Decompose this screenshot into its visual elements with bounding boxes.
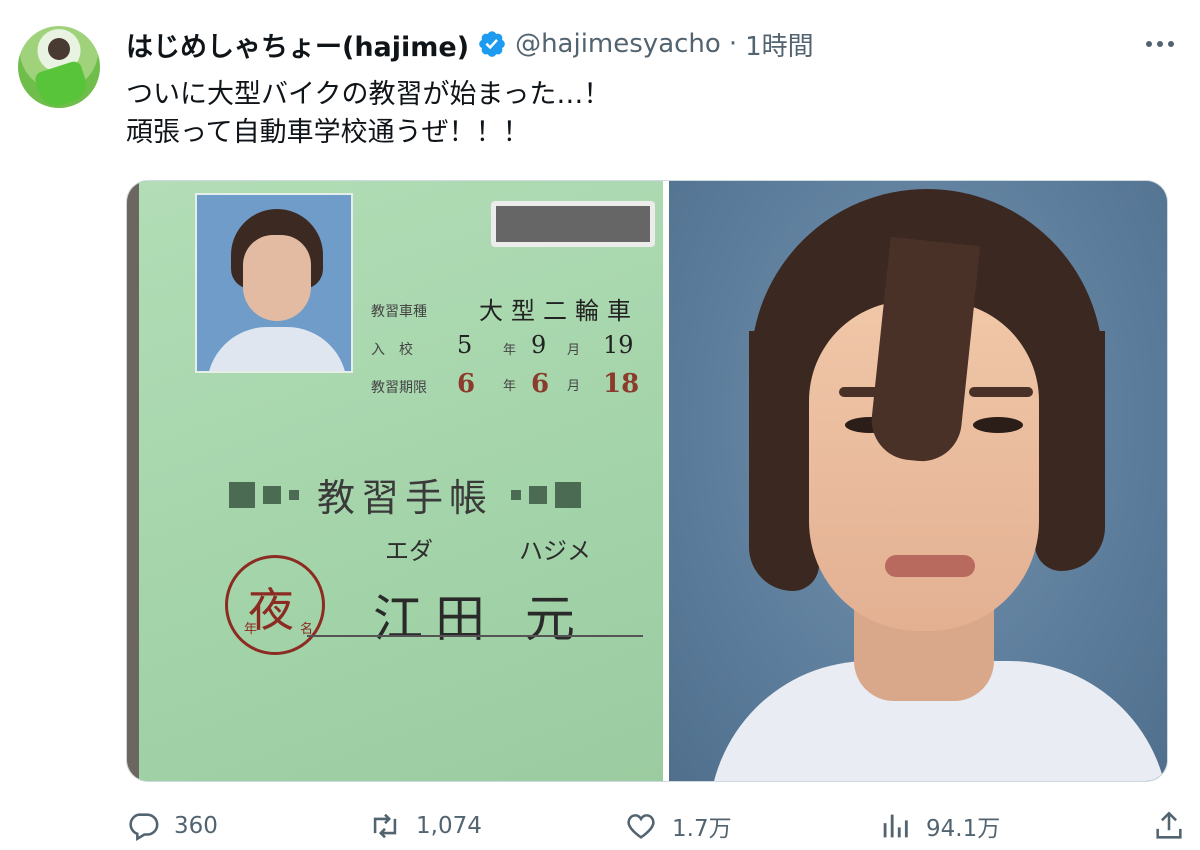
- id-photo-face: [243, 235, 311, 321]
- display-name[interactable]: はじめしゃちょー(hajime): [126, 25, 469, 64]
- portrait-brow-right: [969, 387, 1033, 397]
- square-ornament: [289, 489, 299, 500]
- tweet-text-line: ついに大型バイクの教習が始まった…！: [126, 79, 611, 110]
- reply-count: 360: [174, 813, 218, 839]
- expiry-label: 教習期限: [371, 380, 427, 396]
- square-ornament: [555, 481, 582, 508]
- dot: [1146, 41, 1152, 47]
- handwritten-name: 江田 元: [373, 590, 587, 648]
- like-button[interactable]: 1.7万: [624, 806, 732, 846]
- unit-month: 月: [567, 343, 581, 358]
- media-grid: 教習車種 大型二輪車 入 校 5 年 9 月 19 教習期限 6 年 6 月 1…: [126, 180, 1168, 782]
- unit-year: 年: [503, 379, 517, 394]
- dot: [1168, 41, 1174, 47]
- avatar-slide-shape: [33, 59, 91, 108]
- expiry-year: 6: [457, 369, 476, 399]
- views-button[interactable]: 94.1万: [878, 806, 1000, 846]
- redacted-box: [491, 201, 655, 247]
- reply-icon: [129, 813, 159, 842]
- square-ornament: [229, 481, 255, 508]
- views-chart-icon: [883, 814, 908, 838]
- furigana-given: ハジメ: [519, 537, 591, 565]
- id-photo-shirt: [207, 327, 347, 371]
- night-class-stamp: 夜 年 名: [225, 555, 325, 655]
- tweet-time[interactable]: 1時間: [745, 26, 814, 63]
- verified-badge-icon: [479, 31, 505, 57]
- enroll-month: 9: [531, 331, 547, 359]
- square-ornament: [263, 485, 281, 504]
- expiry-row: 教習期限 6 年 6 月 18: [371, 367, 661, 407]
- enroll-row: 入 校 5 年 9 月 19: [371, 331, 661, 371]
- dot: [1157, 41, 1163, 47]
- name-underline: [307, 635, 643, 637]
- enroll-label: 入 校: [371, 342, 413, 358]
- course-label: 教習車種: [371, 304, 427, 320]
- portrait-eye-right: [973, 417, 1023, 433]
- license-book-page: 教習車種 大型二輪車 入 校 5 年 9 月 19 教習期限 6 年 6 月 1…: [139, 181, 663, 781]
- portrait-mouth: [885, 555, 975, 577]
- avatar-figure-shape: [48, 38, 70, 60]
- card-title: 教習手帳: [317, 476, 494, 520]
- square-ornament: [529, 485, 548, 504]
- enroll-year: 5: [457, 331, 473, 359]
- retweet-icon: [373, 813, 397, 839]
- avatar[interactable]: [18, 26, 100, 108]
- heart-icon: [627, 814, 655, 839]
- unit-year: 年: [503, 343, 517, 358]
- course-value: 大型二輪車: [479, 297, 639, 325]
- separator-dot: ·: [728, 29, 738, 59]
- expiry-day: 18: [603, 369, 640, 399]
- action-bar: 360 1,074 1.7万 94.1万: [126, 806, 1186, 846]
- retweet-count: 1,074: [416, 813, 482, 839]
- share-icon: [1156, 811, 1182, 839]
- tweet-header: はじめしゃちょー(hajime) @hajimesyacho · 1時間: [126, 22, 814, 66]
- media-photo-license-book[interactable]: 教習車種 大型二輪車 入 校 5 年 9 月 19 教習期限 6 年 6 月 1…: [127, 181, 663, 781]
- media-photo-portrait[interactable]: [669, 181, 1167, 781]
- furigana-family: エダ: [385, 537, 433, 565]
- tweet-text-line: 頑張って自動車学校通うぜ！！！: [126, 117, 530, 148]
- course-row: 教習車種 大型二輪車: [371, 291, 661, 331]
- share-button[interactable]: [1152, 806, 1186, 846]
- views-count: 94.1万: [926, 816, 1001, 842]
- unit-month: 月: [567, 379, 581, 394]
- expiry-month: 6: [531, 369, 550, 399]
- square-ornament: [511, 489, 522, 500]
- reply-button[interactable]: 360: [126, 806, 218, 846]
- tweet-text: ついに大型バイクの教習が始まった…！ 頑張って自動車学校通うぜ！！！: [126, 76, 610, 152]
- more-options-icon[interactable]: [1140, 30, 1180, 58]
- card-title-row: 教習手帳: [229, 467, 582, 522]
- handle[interactable]: @hajimesyacho: [515, 29, 721, 59]
- retweet-button[interactable]: 1,074: [368, 806, 482, 846]
- stamp-left-char: 年: [244, 622, 258, 637]
- enroll-day: 19: [603, 331, 634, 359]
- like-count: 1.7万: [672, 816, 732, 842]
- id-photo: [195, 193, 353, 373]
- portrait-hair-right: [1035, 331, 1105, 571]
